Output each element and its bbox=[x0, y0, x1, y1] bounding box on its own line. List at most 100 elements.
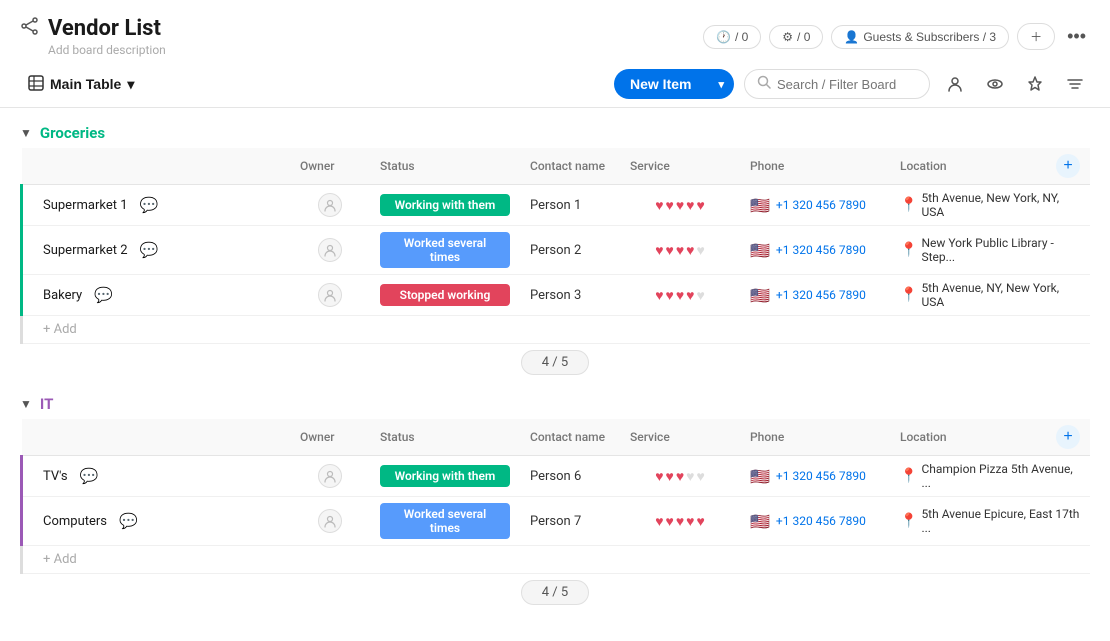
comment-icon[interactable]: 💬 bbox=[140, 196, 159, 214]
filter-icon[interactable] bbox=[1060, 69, 1090, 99]
comment-icon[interactable]: 💬 bbox=[119, 512, 138, 530]
owner-cell bbox=[290, 185, 370, 226]
location-text: Champion Pizza 5th Avenue, ... bbox=[921, 462, 1080, 490]
avatar[interactable] bbox=[318, 193, 342, 217]
item-name-cell: Supermarket 2 💬 bbox=[22, 226, 291, 275]
search-input[interactable] bbox=[777, 77, 917, 92]
add-row[interactable]: + Add bbox=[22, 316, 1091, 344]
add-row[interactable]: + Add bbox=[22, 546, 1091, 574]
heart-icon: ♥ bbox=[696, 197, 704, 214]
invite-button[interactable]: ＋ bbox=[1017, 23, 1055, 50]
heart-icon: ♥ bbox=[696, 513, 704, 530]
col-header-status: Status bbox=[370, 419, 520, 456]
summary-row: 4 / 5 bbox=[20, 580, 1090, 605]
heart-icon: ♥ bbox=[676, 468, 684, 485]
avatar[interactable] bbox=[318, 283, 342, 307]
comment-icon[interactable]: 💬 bbox=[80, 467, 99, 485]
col-header-owner: Owner bbox=[290, 419, 370, 456]
add-item-cell[interactable]: + Add bbox=[22, 316, 1091, 344]
item-name-cell: Computers 💬 bbox=[22, 497, 291, 546]
col-header-contact: Contact name bbox=[520, 148, 620, 185]
contact-cell: Person 2 bbox=[520, 226, 620, 275]
location-icon: 📍 bbox=[900, 242, 917, 258]
group-toggle-icon[interactable]: ▼ bbox=[20, 397, 32, 411]
col-header-name bbox=[22, 419, 291, 456]
add-item-cell[interactable]: + Add bbox=[22, 546, 1091, 574]
phone-number: +1 320 456 7890 bbox=[776, 198, 866, 212]
main-table-button[interactable]: Main Table ▾ bbox=[20, 71, 142, 98]
comment-icon[interactable]: 💬 bbox=[140, 241, 159, 259]
summary-badge: 4 / 5 bbox=[521, 350, 589, 375]
flag-icon: 🇺🇸 bbox=[750, 467, 770, 486]
item-name-cell: TV's 💬 bbox=[22, 456, 291, 497]
service-cell: ♥♥♥♥♥ bbox=[620, 275, 740, 316]
new-item-dropdown-icon[interactable]: ▾ bbox=[708, 71, 734, 98]
contact-cell: Person 7 bbox=[520, 497, 620, 546]
more-options-button[interactable]: ••• bbox=[1063, 22, 1090, 51]
activity-button[interactable]: 🕐 / 0 bbox=[703, 25, 761, 49]
status-badge[interactable]: Worked several times bbox=[380, 503, 510, 539]
table-container: ▼ Groceries Owner Status Contact name Se… bbox=[0, 108, 1110, 641]
comment-icon[interactable]: 💬 bbox=[94, 286, 113, 304]
search-box[interactable] bbox=[744, 69, 930, 99]
service-cell: ♥♥♥♥♥ bbox=[620, 497, 740, 546]
contact-name: Person 7 bbox=[530, 514, 581, 529]
contact-name: Person 1 bbox=[530, 198, 581, 213]
owner-cell bbox=[290, 226, 370, 275]
location-cell: 📍 New York Public Library - Step... bbox=[890, 226, 1090, 275]
status-badge[interactable]: Worked several times bbox=[380, 232, 510, 268]
location-cell: 📍 Champion Pizza 5th Avenue, ... bbox=[890, 456, 1090, 497]
heart-icon: ♥ bbox=[655, 468, 663, 485]
status-badge[interactable]: Working with them bbox=[380, 194, 510, 216]
location-text: New York Public Library - Step... bbox=[921, 236, 1080, 264]
contact-cell: Person 1 bbox=[520, 185, 620, 226]
eye-icon[interactable] bbox=[980, 69, 1010, 99]
service-cell: ♥♥♥♥♥ bbox=[620, 185, 740, 226]
item-name: TV's bbox=[43, 469, 68, 484]
pin-icon[interactable] bbox=[1020, 69, 1050, 99]
table-row: Supermarket 2 💬 Worked several times Per… bbox=[22, 226, 1091, 275]
header-actions: 🕐 / 0 ⚙ / 0 👤 Guests & Subscribers / 3 ＋… bbox=[703, 22, 1090, 51]
board-description[interactable]: Add board description bbox=[20, 43, 166, 57]
location-cell: 📍 5th Avenue Epicure, East 17th ... bbox=[890, 497, 1090, 546]
group-toggle-icon[interactable]: ▼ bbox=[20, 126, 32, 140]
table-icon bbox=[28, 75, 44, 94]
heart-icon: ♥ bbox=[666, 197, 674, 214]
status-badge[interactable]: Stopped working bbox=[380, 284, 510, 306]
status-badge[interactable]: Working with them bbox=[380, 465, 510, 487]
location-text: 5th Avenue Epicure, East 17th ... bbox=[921, 507, 1080, 535]
guests-button[interactable]: 👤 Guests & Subscribers / 3 bbox=[831, 25, 1009, 49]
item-name-cell: Supermarket 1 💬 bbox=[22, 185, 291, 226]
group-groceries: ▼ Groceries Owner Status Contact name Se… bbox=[20, 124, 1090, 375]
summary-row: 4 / 5 bbox=[20, 350, 1090, 375]
phone-cell: 🇺🇸 +1 320 456 7890 bbox=[740, 497, 890, 546]
heart-icon: ♥ bbox=[696, 242, 704, 259]
phone-number: +1 320 456 7890 bbox=[776, 514, 866, 528]
group-name: IT bbox=[40, 395, 53, 413]
avatar[interactable] bbox=[318, 464, 342, 488]
table-row: TV's 💬 Working with them Person 6 bbox=[22, 456, 1091, 497]
phone-cell: 🇺🇸 +1 320 456 7890 bbox=[740, 226, 890, 275]
location-cell: 📍 5th Avenue, NY, New York, USA bbox=[890, 275, 1090, 316]
person-filter-icon[interactable] bbox=[940, 69, 970, 99]
status-cell: Working with them bbox=[370, 456, 520, 497]
add-column-button[interactable]: + bbox=[1056, 154, 1080, 178]
heart-icon: ♥ bbox=[686, 513, 694, 530]
add-column-button[interactable]: + bbox=[1056, 425, 1080, 449]
item-name: Bakery bbox=[43, 288, 82, 303]
new-item-button[interactable]: New Item ▾ bbox=[614, 69, 734, 99]
heart-icon: ♥ bbox=[686, 242, 694, 259]
search-icon bbox=[757, 75, 771, 93]
group-header: ▼ IT bbox=[20, 395, 1090, 413]
status-cell: Worked several times bbox=[370, 226, 520, 275]
avatar[interactable] bbox=[318, 238, 342, 262]
page-title-row: Vendor List bbox=[20, 16, 166, 41]
col-header-owner: Owner bbox=[290, 148, 370, 185]
avatar[interactable] bbox=[318, 509, 342, 533]
phone-cell: 🇺🇸 +1 320 456 7890 bbox=[740, 185, 890, 226]
item-name: Supermarket 1 bbox=[43, 198, 128, 213]
automations-button[interactable]: ⚙ / 0 bbox=[769, 25, 823, 49]
table-row: Supermarket 1 💬 Working with them Person… bbox=[22, 185, 1091, 226]
phone-number: +1 320 456 7890 bbox=[776, 243, 866, 257]
service-cell: ♥♥♥♥♥ bbox=[620, 456, 740, 497]
